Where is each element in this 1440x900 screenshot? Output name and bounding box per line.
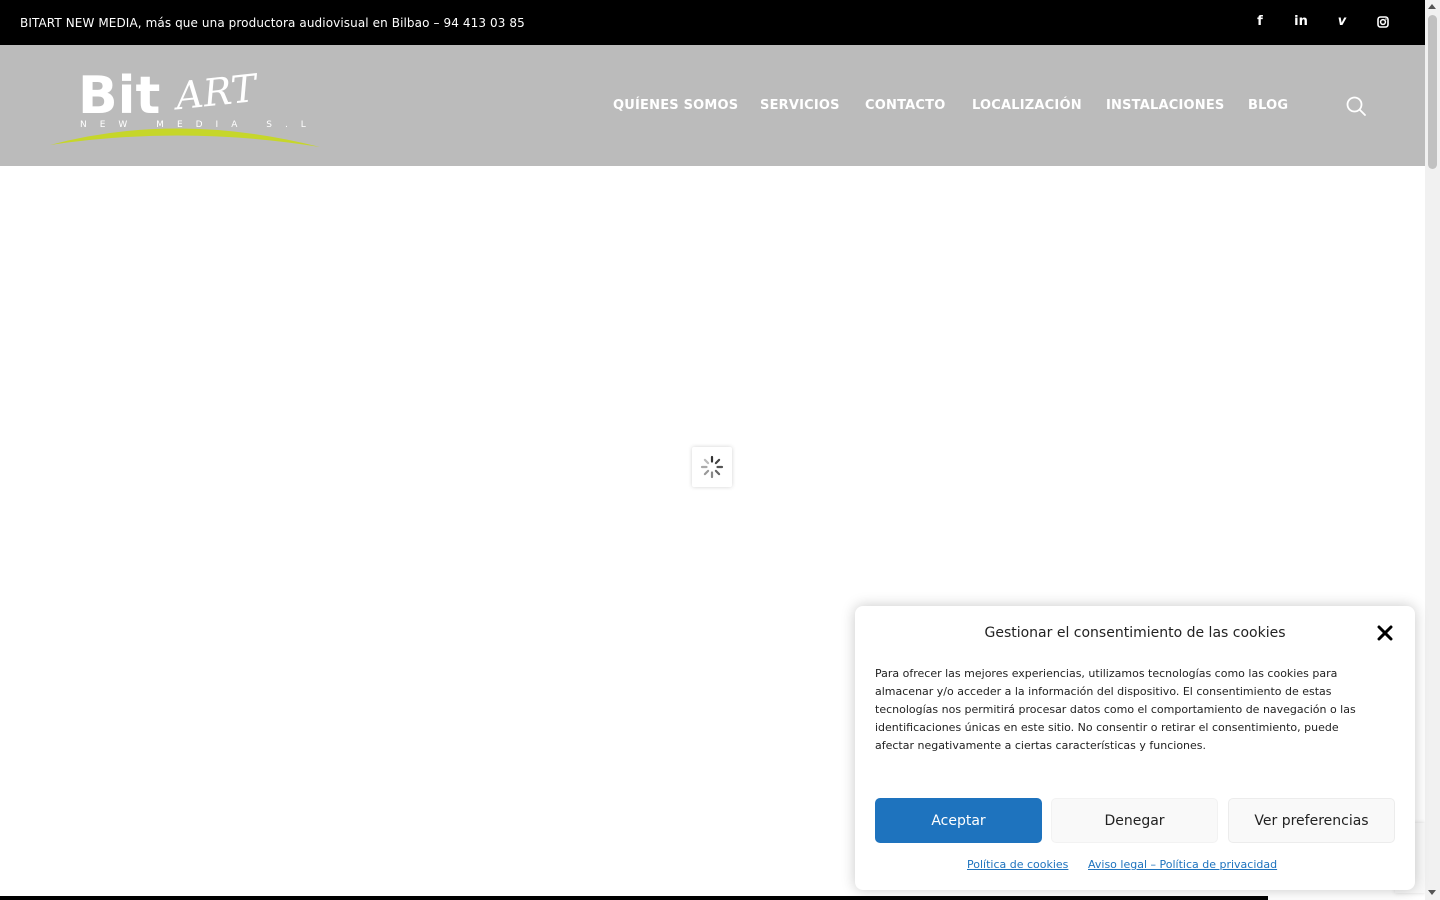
preferences-button[interactable]: Ver preferencias xyxy=(1228,798,1395,843)
cookie-title: Gestionar el consentimiento de las cooki… xyxy=(984,625,1286,641)
top-bar-text: BITART NEW MEDIA, más que una productora… xyxy=(20,16,525,30)
bottom-strip xyxy=(0,896,1268,900)
accept-button[interactable]: Aceptar xyxy=(875,798,1042,843)
site-header: Bit ART NEW MEDIA S.L QUÍENES SOMOS SERV… xyxy=(0,45,1425,166)
scroll-up-arrow-icon[interactable] xyxy=(1428,4,1436,9)
top-bar: BITART NEW MEDIA, más que una productora… xyxy=(0,0,1425,45)
privacy-policy-link[interactable]: Aviso legal – Política de privacidad xyxy=(1088,857,1277,873)
nav-servicios[interactable]: SERVICIOS xyxy=(760,98,840,114)
cookie-message: Para ofrecer las mejores experiencias, u… xyxy=(875,667,1356,752)
scroll-down-arrow-icon[interactable] xyxy=(1428,890,1436,895)
bitart-logo[interactable]: Bit ART NEW MEDIA S.L xyxy=(48,65,323,151)
facebook-icon[interactable]: f xyxy=(1250,12,1270,32)
nav-localizacion[interactable]: LOCALIZACIÓN xyxy=(972,98,1082,114)
nav-blog[interactable]: BLOG xyxy=(1248,98,1288,114)
spinner-icon xyxy=(700,455,724,479)
vimeo-icon[interactable]: v xyxy=(1332,12,1352,32)
search-icon[interactable] xyxy=(1345,95,1367,117)
logo-swoosh xyxy=(50,128,320,147)
nav-quienes-somos[interactable]: QUÍENES SOMOS xyxy=(613,98,738,114)
nav-contacto[interactable]: CONTACTO xyxy=(865,98,945,114)
logo-script-text: ART xyxy=(171,66,262,119)
nav-instalaciones[interactable]: INSTALACIONES xyxy=(1106,98,1225,114)
scroll-thumb[interactable] xyxy=(1428,15,1437,169)
instagram-icon[interactable] xyxy=(1373,12,1393,32)
close-icon[interactable] xyxy=(1376,624,1394,642)
cookie-consent-dialog: Gestionar el consentimiento de las cooki… xyxy=(855,606,1415,890)
loading-spinner xyxy=(692,447,732,487)
cookie-policy-link[interactable]: Política de cookies xyxy=(967,857,1068,873)
logo-main-text: Bit xyxy=(78,66,160,126)
linkedin-icon[interactable]: in xyxy=(1291,12,1311,32)
logo-sub-text: NEW MEDIA S.L xyxy=(80,120,319,130)
deny-button[interactable]: Denegar xyxy=(1051,798,1218,843)
page-scrollbar[interactable] xyxy=(1425,0,1440,900)
